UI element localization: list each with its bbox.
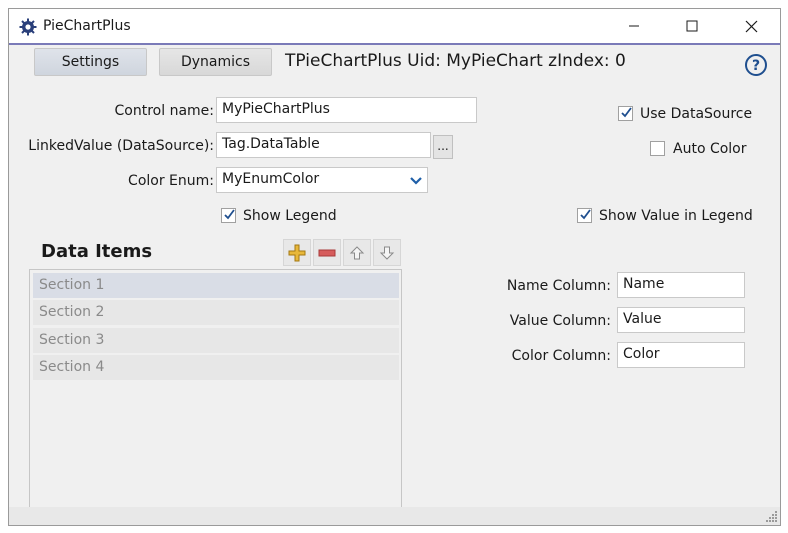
checkmark-icon xyxy=(580,209,591,220)
use-datasource-checkbox[interactable] xyxy=(618,106,633,121)
resize-grip-icon[interactable] xyxy=(764,509,778,523)
checkmark-icon xyxy=(224,209,235,220)
svg-text:?: ? xyxy=(752,58,760,74)
data-items-list[interactable]: Section 1 Section 2 Section 3 Section 4 xyxy=(29,269,402,509)
auto-color-checkbox[interactable] xyxy=(650,141,665,156)
window-title: PieChartPlus xyxy=(43,18,131,34)
remove-icon xyxy=(318,249,336,256)
use-datasource-label: Use DataSource xyxy=(640,106,753,122)
tab-settings[interactable]: Settings xyxy=(34,48,147,76)
add-icon xyxy=(288,244,306,261)
color-column-input[interactable]: Color xyxy=(617,342,745,368)
minimize-button[interactable] xyxy=(605,9,663,43)
checkmark-icon xyxy=(621,107,632,118)
pie-chart-plus-dialog: PieChartPlus Settings Dynamics TPieChart… xyxy=(8,8,781,526)
name-column-label: Name Column: xyxy=(506,278,611,294)
color-enum-select[interactable]: MyEnumColor xyxy=(216,167,428,193)
list-item[interactable]: Section 2 xyxy=(33,300,399,325)
color-column-label: Color Column: xyxy=(511,348,611,364)
auto-color-label: Auto Color xyxy=(673,141,747,157)
list-item[interactable]: Section 3 xyxy=(33,328,399,353)
close-icon xyxy=(745,20,757,32)
show-legend-checkbox[interactable] xyxy=(221,208,236,223)
control-name-input[interactable]: MyPieChartPlus xyxy=(216,97,477,123)
color-enum-label: Color Enum: xyxy=(128,173,214,189)
tab-dynamics[interactable]: Dynamics xyxy=(159,48,272,76)
move-up-button[interactable] xyxy=(343,239,371,266)
move-down-button[interactable] xyxy=(373,239,401,266)
title-bar: PieChartPlus xyxy=(9,9,780,45)
maximize-button[interactable] xyxy=(663,9,721,43)
value-column-label: Value Column: xyxy=(509,313,611,329)
minimize-icon xyxy=(629,25,639,27)
linked-value-input[interactable]: Tag.DataTable xyxy=(216,132,431,158)
component-info: TPieChartPlus Uid: MyPieChart zIndex: 0 xyxy=(285,51,626,71)
status-bar xyxy=(9,507,780,525)
color-enum-value: MyEnumColor xyxy=(222,171,320,187)
chevron-down-icon[interactable] xyxy=(404,169,427,193)
move-up-icon xyxy=(349,245,365,259)
list-item[interactable]: Section 4 xyxy=(33,355,399,380)
add-item-button[interactable] xyxy=(283,239,311,266)
gear-icon xyxy=(19,18,37,36)
data-items-title: Data Items xyxy=(41,241,153,262)
tab-dynamics-label: Dynamics xyxy=(180,54,251,70)
help-icon[interactable]: ? xyxy=(744,53,768,77)
maximize-icon xyxy=(686,20,698,32)
control-name-label: Control name: xyxy=(114,103,214,119)
show-value-in-legend-checkbox[interactable] xyxy=(577,208,592,223)
move-down-icon xyxy=(379,246,395,260)
linked-value-label: LinkedValue (DataSource): xyxy=(28,138,214,154)
name-column-input[interactable]: Name xyxy=(617,272,745,298)
list-item[interactable]: Section 1 xyxy=(33,273,399,298)
show-legend-label: Show Legend xyxy=(243,208,337,224)
value-column-input[interactable]: Value xyxy=(617,307,745,333)
browse-datasource-button[interactable]: ... xyxy=(433,135,453,159)
remove-item-button[interactable] xyxy=(313,239,341,266)
close-button[interactable] xyxy=(722,9,780,43)
show-value-in-legend-label: Show Value in Legend xyxy=(599,208,753,224)
tab-settings-label: Settings xyxy=(61,54,120,70)
